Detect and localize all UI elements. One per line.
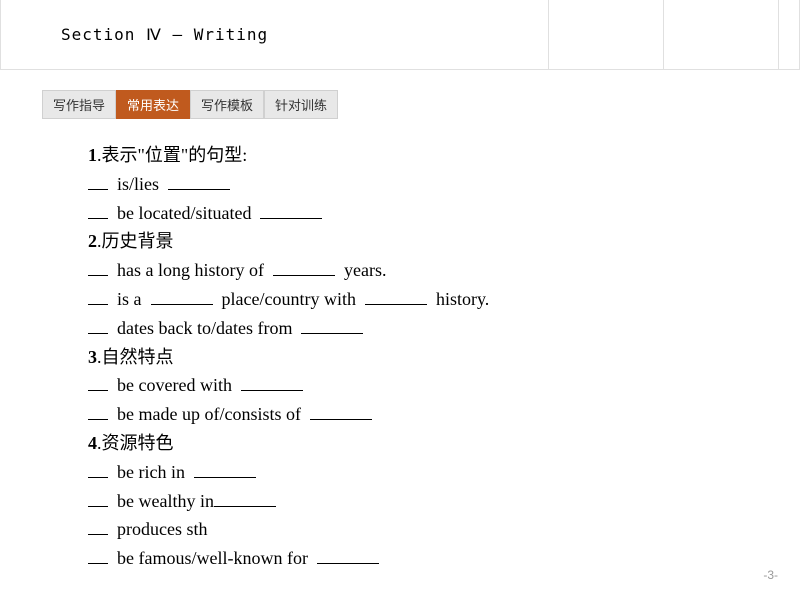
section-3-title: 3.自然特点	[88, 343, 800, 372]
tab-common-expressions[interactable]: 常用表达	[116, 90, 190, 119]
section-1-title: 1.表示"位置"的句型:	[88, 141, 800, 170]
header-empty-cell-1	[549, 0, 664, 69]
header-bar: Section Ⅳ — Writing	[0, 0, 800, 70]
section-4-title: 4.资源特色	[88, 429, 800, 458]
tab-writing-guide[interactable]: 写作指导	[42, 90, 116, 119]
section-2-title: 2.历史背景	[88, 227, 800, 256]
list-item: be covered with	[88, 371, 800, 400]
list-item: be located/situated	[88, 199, 800, 228]
content-area: 1.表示"位置"的句型: is/lies be located/situated…	[88, 141, 800, 573]
tabs-container: 写作指导 常用表达 写作模板 针对训练	[42, 90, 800, 119]
header-empty-cell-3	[779, 0, 799, 69]
tab-writing-template[interactable]: 写作模板	[190, 90, 264, 119]
list-item: has a long history of years.	[88, 256, 800, 285]
page-title: Section Ⅳ — Writing	[61, 25, 268, 44]
list-item: be made up of/consists of	[88, 400, 800, 429]
list-item: dates back to/dates from	[88, 314, 800, 343]
list-item: produces sth	[88, 515, 800, 544]
list-item: is a place/country with history.	[88, 285, 800, 314]
list-item: be rich in	[88, 458, 800, 487]
tab-targeted-training[interactable]: 针对训练	[264, 90, 338, 119]
list-item: be famous/well-known for	[88, 544, 800, 573]
page-number: -3-	[763, 568, 778, 582]
header-title-cell: Section Ⅳ — Writing	[1, 0, 549, 69]
list-item: is/lies	[88, 170, 800, 199]
list-item: be wealthy in	[88, 487, 800, 516]
header-empty-cell-2	[664, 0, 779, 69]
